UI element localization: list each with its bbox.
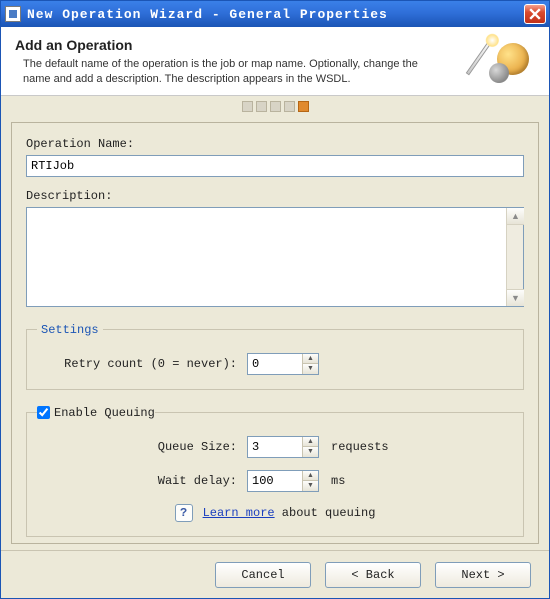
app-icon [5, 6, 21, 22]
step-dot [284, 101, 295, 112]
wizard-window: New Operation Wizard - General Propertie… [0, 0, 550, 599]
settings-group: Settings Retry count (0 = never): ▲ ▼ [26, 323, 524, 390]
description-field-wrap: ▲ ▼ [26, 207, 524, 307]
description-label: Description: [26, 189, 524, 203]
spin-up-icon[interactable]: ▲ [303, 354, 318, 365]
spin-down-icon[interactable]: ▼ [303, 447, 318, 457]
description-textarea[interactable] [27, 208, 505, 306]
learn-more-link[interactable]: Learn more [203, 506, 275, 520]
operation-name-input[interactable] [26, 155, 524, 177]
titlebar: New Operation Wizard - General Propertie… [1, 1, 549, 27]
scroll-up-icon[interactable]: ▲ [507, 208, 524, 225]
next-button-label: Next > [461, 568, 504, 582]
help-icon[interactable]: ? [175, 504, 193, 522]
header-text: Add an Operation The default name of the… [15, 37, 483, 87]
close-icon [529, 8, 541, 20]
wizard-icon [489, 37, 535, 83]
spin-up-icon[interactable]: ▲ [303, 471, 318, 482]
queue-size-spinner[interactable]: ▲ ▼ [247, 436, 319, 458]
header-description: The default name of the operation is the… [23, 57, 443, 87]
operation-name-label: Operation Name: [26, 137, 524, 151]
cancel-button[interactable]: Cancel [215, 562, 311, 588]
gear-small-icon [489, 63, 509, 83]
wait-delay-spinner[interactable]: ▲ ▼ [247, 470, 319, 492]
spin-down-icon[interactable]: ▼ [303, 481, 318, 491]
retry-count-input[interactable] [248, 354, 302, 374]
back-button-label: < Back [351, 568, 394, 582]
wait-delay-input[interactable] [248, 471, 302, 491]
step-dot [256, 101, 267, 112]
header-panel: Add an Operation The default name of the… [1, 27, 549, 96]
settings-legend: Settings [37, 323, 103, 337]
learn-more-suffix: about queuing [275, 506, 376, 520]
scrollbar[interactable]: ▲ ▼ [506, 208, 523, 306]
close-button[interactable] [524, 4, 546, 24]
back-button[interactable]: < Back [325, 562, 421, 588]
window-title: New Operation Wizard - General Propertie… [27, 7, 524, 22]
spin-up-icon[interactable]: ▲ [303, 437, 318, 448]
step-dot-active [298, 101, 309, 112]
enable-queuing-checkbox[interactable] [37, 406, 50, 419]
body-panel: Operation Name: Description: ▲ ▼ Setting… [11, 122, 539, 544]
header-heading: Add an Operation [15, 37, 483, 53]
spin-down-icon[interactable]: ▼ [303, 364, 318, 374]
step-dot [270, 101, 281, 112]
scroll-down-icon[interactable]: ▼ [507, 289, 524, 306]
step-indicator [1, 96, 549, 116]
wait-delay-unit: ms [331, 474, 345, 488]
queue-size-label: Queue Size: [37, 440, 247, 454]
wait-delay-label: Wait delay: [37, 474, 247, 488]
step-dot [242, 101, 253, 112]
next-button[interactable]: Next > [435, 562, 531, 588]
enable-queuing-label: Enable Queuing [54, 406, 155, 420]
retry-count-spinner[interactable]: ▲ ▼ [247, 353, 319, 375]
queue-size-input[interactable] [248, 437, 302, 457]
queuing-group: Enable Queuing Queue Size: ▲ ▼ requests … [26, 406, 524, 537]
button-bar: Cancel < Back Next > [1, 550, 549, 598]
queue-size-unit: requests [331, 440, 389, 454]
retry-count-label: Retry count (0 = never): [37, 357, 247, 371]
